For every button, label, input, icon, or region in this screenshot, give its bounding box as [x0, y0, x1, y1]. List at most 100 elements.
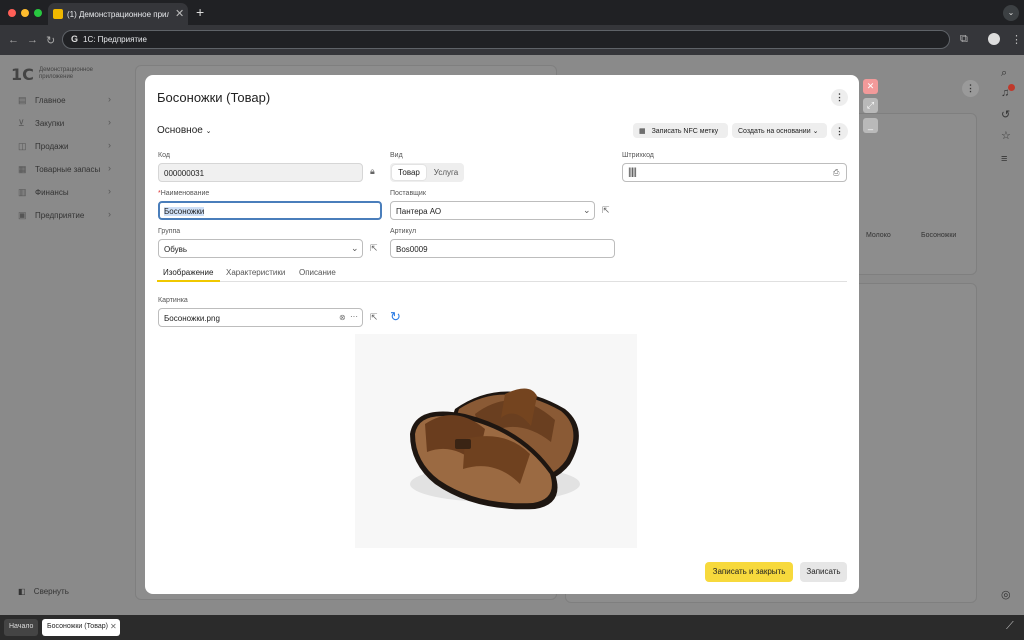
nfc-icon: ▦ [639, 128, 646, 135]
print-icon[interactable]: ⎙ [833, 168, 839, 178]
group-value: Обувь [164, 245, 188, 254]
sidebar-item-stock[interactable]: ▦ Товарные запасы › [0, 158, 127, 181]
org-icon: ▣ [18, 210, 27, 220]
code-label: Код [158, 152, 170, 159]
sidebar-item-label: Предприятие [35, 211, 85, 220]
save-and-close-button[interactable]: Записать и закрыть [705, 562, 793, 582]
dialog-more-icon[interactable]: ⋮ [831, 89, 848, 106]
chevron-right-icon: › [108, 163, 111, 173]
star-icon[interactable]: ☆ [1001, 129, 1011, 142]
sidebar-item-enterprise[interactable]: ▣ Предприятие › [0, 204, 127, 227]
close-icon[interactable]: ✕ [110, 622, 117, 631]
sidebar-item-label: Товарные запасы [35, 165, 101, 174]
active-tab-indicator [157, 280, 220, 282]
form-more-icon[interactable]: ⋮ [831, 123, 848, 140]
create-based-button[interactable]: Создать на основании ⌄ [732, 123, 827, 138]
app-logo-text: Демонстрационное приложение [39, 67, 94, 80]
article-field[interactable]: Bos0009 [390, 239, 615, 258]
history-icon[interactable]: ↺ [1001, 108, 1010, 121]
dialog-title: Босоножки (Товар) [157, 90, 271, 105]
notification-badge [1008, 84, 1015, 91]
new-tab-icon[interactable]: + [196, 4, 204, 20]
code-field[interactable]: 000000031 [158, 163, 363, 182]
forward-icon[interactable]: → [27, 34, 38, 46]
chevron-right-icon: › [108, 117, 111, 127]
browser-tabstrip: (1) Демонстрационное приложение ✕ + ⌄ [0, 0, 1024, 25]
group-field[interactable]: Обувь ⌄ [158, 239, 363, 258]
finance-icon: ▥ [18, 187, 27, 197]
product-dialog: Босоножки (Товар) ⋮ Основное ⌄ ▦ Записат… [145, 75, 859, 594]
group-label: Группа [158, 228, 181, 235]
open-supplier-icon[interactable]: ⇱ [602, 205, 610, 216]
barcode-field[interactable]: ||||| ⎙ [622, 163, 847, 182]
sidebar-item-finance[interactable]: ▥ Финансы › [0, 181, 127, 204]
nfc-button[interactable]: ▦ Записать NFC метку [633, 123, 728, 138]
nfc-button-label: Записать NFC метку [651, 128, 719, 135]
tab-close-icon[interactable]: ✕ [175, 7, 184, 20]
section-selector[interactable]: Основное ⌄ [157, 125, 211, 136]
supplier-value: Пантера АО [396, 207, 442, 216]
kind-option-service[interactable]: Услуга [428, 165, 464, 180]
right-toolbar: ⌕ ♫ ↺ ☆ ≡ ◎ [993, 55, 1024, 615]
reload-icon[interactable]: ↻ [46, 34, 55, 47]
sidebar-item-purchases[interactable]: ⊻ Закупки › [0, 112, 127, 135]
window-close-button[interactable] [8, 9, 16, 17]
lock-icon[interactable]: 🔒︎ [370, 166, 375, 177]
tab-description[interactable]: Описание [299, 268, 336, 277]
bag-icon: ◫ [18, 141, 27, 151]
chart-icon[interactable]: ⟋ [1006, 620, 1014, 633]
taskbar-home[interactable]: Начало [4, 619, 38, 636]
name-label-text: Наименование [160, 190, 210, 197]
chevron-down-icon[interactable]: ⌄ [583, 205, 591, 216]
ellipsis-icon[interactable]: ··· [350, 312, 358, 321]
user-icon[interactable]: ◎ [1001, 588, 1011, 601]
window-maximize-button[interactable] [34, 9, 42, 17]
extensions-icon[interactable]: ⧉ [960, 33, 968, 46]
dialog-expand-button[interactable]: ⤢ [863, 98, 878, 113]
background-more-icon[interactable]: ⋮ [962, 80, 979, 97]
supplier-label: Поставщик [390, 190, 426, 197]
sidebar-item-sales[interactable]: ◫ Продажи › [0, 135, 127, 158]
address-bar[interactable]: G 1С: Предприятие [62, 30, 950, 49]
filter-icon[interactable]: ≡ [1001, 153, 1007, 165]
browser-tab[interactable]: (1) Демонстрационное приложение ✕ [48, 3, 188, 25]
section-title: Основное [157, 125, 203, 136]
collapse-label: Свернуть [33, 587, 69, 596]
chevron-down-icon: ⌄ [812, 128, 819, 135]
box-icon: ▦ [18, 164, 27, 174]
sidebar-collapse-button[interactable]: ◧ Свернуть [18, 587, 69, 596]
kind-option-product[interactable]: Товар [392, 165, 426, 180]
background-label: Молоко [866, 232, 891, 239]
taskbar-document-label: Босоножки (Товар) [47, 623, 108, 630]
sidebar-item-main[interactable]: ▤ Главное › [0, 89, 127, 112]
sandals-image [410, 388, 580, 510]
barcode-label: Штрихкод [622, 152, 654, 159]
article-label: Артикул [390, 228, 417, 235]
profile-avatar[interactable] [988, 33, 1000, 45]
save-button[interactable]: Записать [800, 562, 847, 582]
chevron-down-icon[interactable]: ⌄ [351, 243, 359, 254]
browser-menu-icon[interactable]: ⋮ [1011, 33, 1022, 46]
tab-image[interactable]: Изображение [163, 268, 213, 277]
tab-characteristics[interactable]: Характеристики [226, 268, 285, 277]
picture-field[interactable]: Босоножки.png ⊗ ··· [158, 308, 363, 327]
cart-icon: ⊻ [18, 118, 25, 128]
dialog-close-button[interactable]: ✕ [863, 79, 878, 94]
name-field[interactable]: Босоножки [158, 201, 382, 220]
chevron-right-icon: › [108, 94, 111, 104]
supplier-field[interactable]: Пантера АО ⌄ [390, 201, 595, 220]
clear-icon[interactable]: ⊗ [339, 313, 346, 322]
search-icon[interactable]: ⌕ [1001, 67, 1007, 80]
dialog-minimize-button[interactable]: _ [863, 118, 878, 133]
picture-label: Картинка [158, 297, 188, 304]
refresh-icon[interactable]: ↻ [390, 309, 401, 325]
back-icon[interactable]: ← [8, 34, 19, 46]
open-group-icon[interactable]: ⇱ [370, 243, 378, 254]
app-logo: 1С [11, 65, 34, 84]
tab-search-icon[interactable]: ⌄ [1003, 5, 1019, 21]
product-image [355, 334, 637, 548]
open-picture-icon[interactable]: ⇱ [370, 312, 378, 323]
tab-divider [157, 281, 847, 282]
taskbar-document[interactable]: Босоножки (Товар) ✕ [42, 619, 120, 636]
window-minimize-button[interactable] [21, 9, 29, 17]
